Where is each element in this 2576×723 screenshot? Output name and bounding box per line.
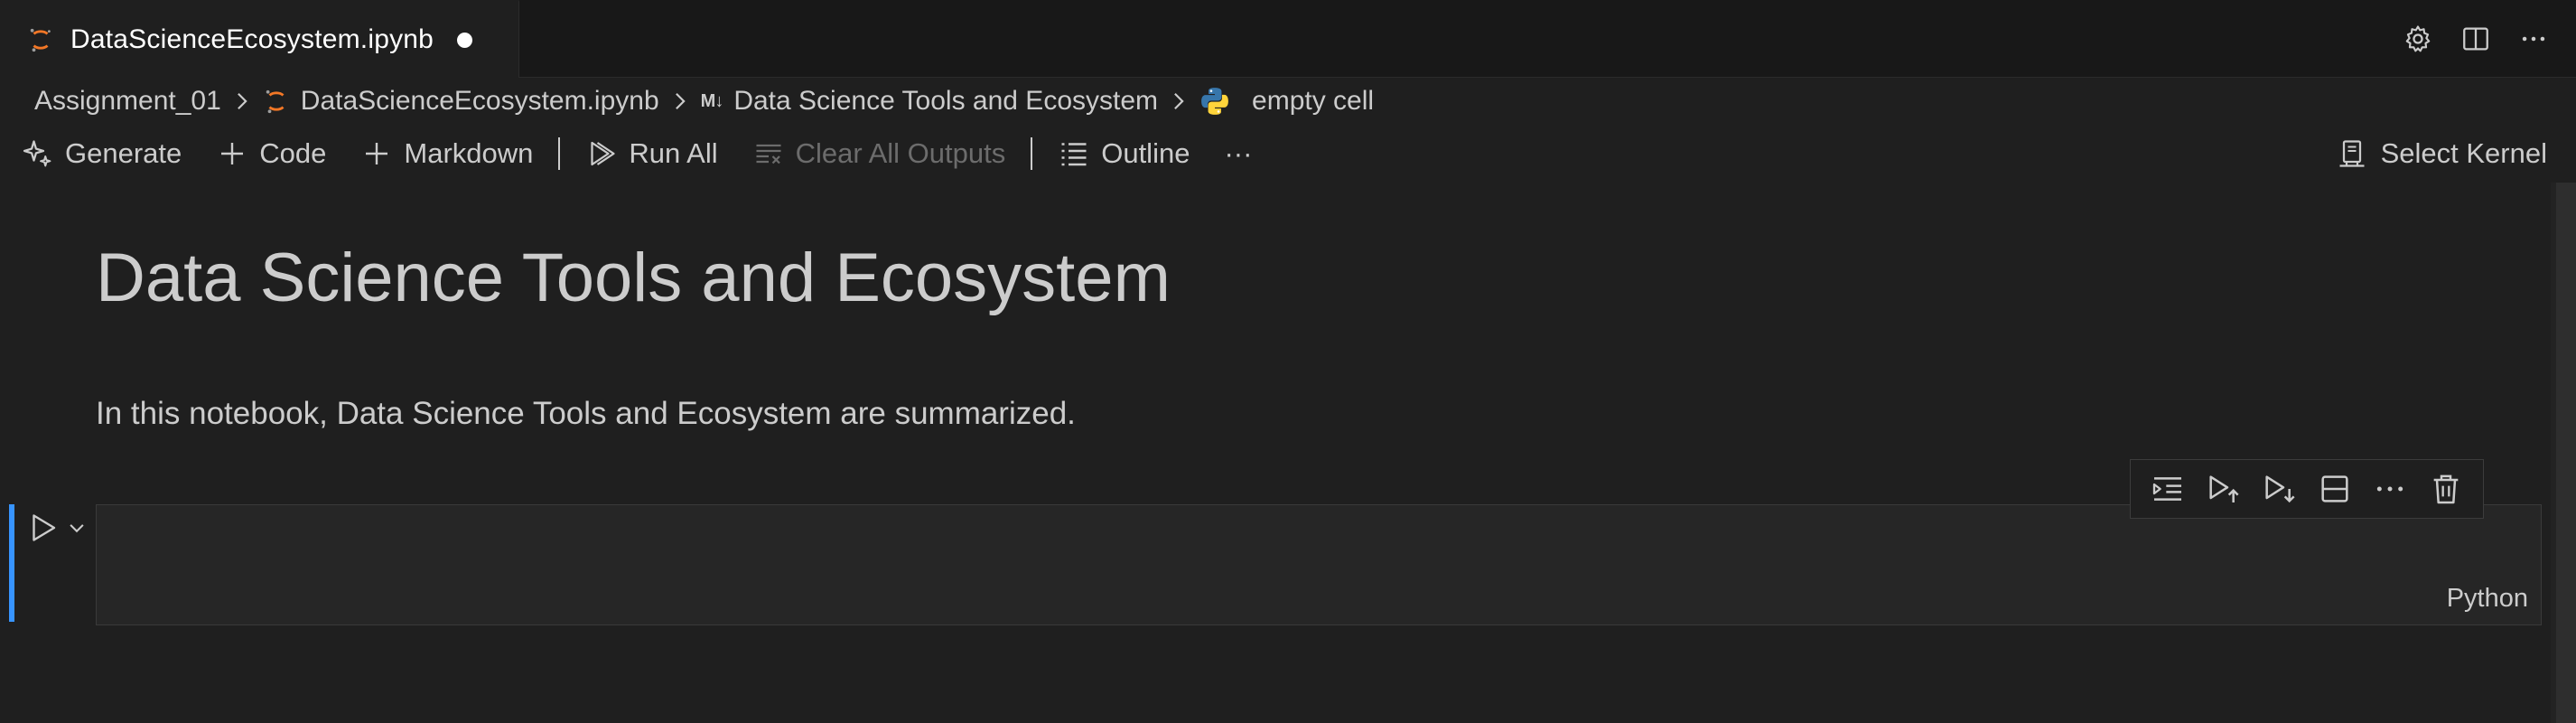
- breadcrumb-item-folder[interactable]: Assignment_01: [34, 86, 221, 117]
- split-editor-icon[interactable]: [2460, 23, 2491, 54]
- jupyter-icon: [30, 28, 51, 52]
- scrollbar-thumb[interactable]: [2556, 183, 2576, 723]
- clear-outputs-icon: [756, 144, 781, 164]
- run-all-icon: [591, 141, 615, 166]
- run-all-button[interactable]: Run All: [585, 137, 718, 170]
- delete-icon[interactable]: [2428, 471, 2464, 507]
- more-icon[interactable]: [2372, 471, 2408, 507]
- markdown-paragraph: In this notebook, Data Science Tools and…: [96, 396, 1076, 431]
- notebook-content: Data Science Tools and Ecosystem In this…: [0, 183, 2576, 723]
- breadcrumb-item-heading[interactable]: M↓ Data Science Tools and Ecosystem: [701, 86, 1158, 117]
- select-kernel-button[interactable]: Select Kernel: [2336, 125, 2547, 183]
- unsaved-dot-icon[interactable]: [457, 32, 473, 48]
- toolbar-divider: [1031, 137, 1033, 170]
- run-cell-icon[interactable]: [27, 512, 60, 544]
- toolbar-divider: [558, 137, 561, 170]
- python-icon: [1201, 88, 1228, 115]
- vertical-scrollbar[interactable]: [2551, 183, 2576, 723]
- editor-actions: [2403, 0, 2549, 78]
- clear-all-outputs-button[interactable]: Clear All Outputs: [752, 137, 1005, 170]
- split-cell-icon[interactable]: [2317, 471, 2353, 507]
- outline-button[interactable]: Outline: [1058, 137, 1190, 170]
- tab-title: DataScienceEcosystem.ipynb: [70, 24, 434, 54]
- tab-notebook[interactable]: DataScienceEcosystem.ipynb: [0, 0, 519, 78]
- generate-button[interactable]: Generate: [22, 137, 182, 170]
- execute-above-icon[interactable]: [2150, 471, 2186, 507]
- kernel-icon: [2339, 140, 2365, 167]
- chevron-right-icon: [675, 92, 686, 110]
- markdown-heading: Data Science Tools and Ecosystem: [96, 239, 1171, 316]
- notebook-toolbar: Generate Code Markdown Run All Clear All…: [0, 125, 2576, 183]
- more-icon[interactable]: [2518, 23, 2549, 54]
- cell-toolbar: [2130, 459, 2484, 519]
- jupyter-icon: [266, 89, 285, 114]
- toolbar-more-button[interactable]: ···: [1224, 137, 1252, 170]
- add-markdown-cell-button[interactable]: Markdown: [360, 137, 533, 170]
- list-icon: [1061, 143, 1087, 166]
- plus-icon: [221, 143, 244, 164]
- code-cell-editor[interactable]: Python: [96, 504, 2542, 625]
- breadcrumb-item-cell[interactable]: empty cell: [1199, 86, 1374, 117]
- cell-focus-indicator: [9, 504, 14, 622]
- add-code-cell-button[interactable]: Code: [216, 137, 326, 170]
- sparkle-icon: [23, 140, 51, 167]
- chevron-right-icon: [1174, 92, 1184, 110]
- execute-cell-and-above-icon[interactable]: [2205, 471, 2241, 507]
- markdown-icon: M↓: [700, 90, 724, 111]
- cell-language-label[interactable]: Python: [2447, 584, 2528, 614]
- chevron-right-icon: [237, 92, 247, 110]
- chevron-down-icon[interactable]: [67, 519, 87, 539]
- execute-cell-and-below-icon[interactable]: [2261, 471, 2297, 507]
- gear-icon[interactable]: [2403, 23, 2433, 54]
- breadcrumb-item-file[interactable]: DataScienceEcosystem.ipynb: [263, 86, 659, 117]
- more-icon: ···: [1224, 137, 1253, 169]
- editor-tab-strip: DataScienceEcosystem.ipynb: [0, 0, 2576, 78]
- breadcrumb: Assignment_01 DataScienceEcosystem.ipynb…: [0, 78, 2576, 125]
- plus-icon: [366, 143, 388, 164]
